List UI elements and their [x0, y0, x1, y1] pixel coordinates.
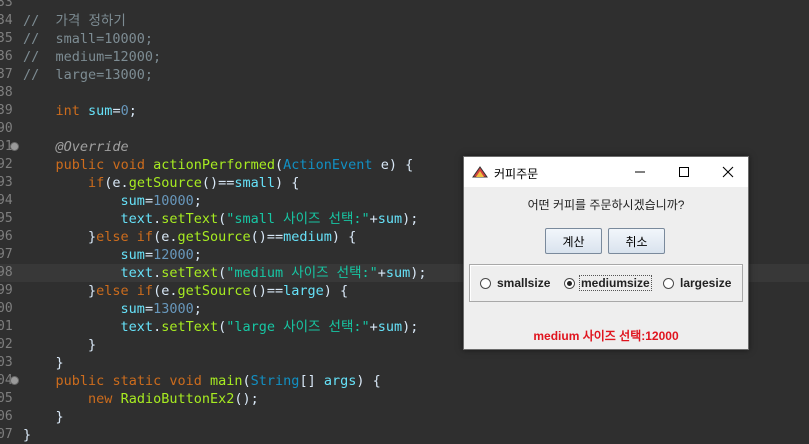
code-text: text.setText("small 사이즈 선택:"+sum); — [120, 211, 419, 227]
code-text: // 가격 정하기 — [23, 13, 126, 29]
code-text: } — [23, 337, 97, 353]
code-line[interactable]: 39 int sum=0; — [0, 102, 809, 120]
line-number: 34 — [0, 13, 13, 28]
code-line[interactable]: 91 @Override — [0, 138, 809, 156]
line-number: 96 — [0, 229, 13, 244]
radio-largesize[interactable]: largesize — [663, 274, 732, 292]
radio-button-icon[interactable] — [564, 277, 575, 289]
line-number: 03 — [0, 355, 13, 370]
radio-button-icon[interactable] — [480, 277, 491, 289]
size-radio-panel: smallsize mediumsize largesize — [469, 264, 743, 302]
code-line[interactable]: 35 // small=10000; — [0, 30, 809, 48]
code-line[interactable]: 33 — [0, 0, 809, 12]
line-number: 39 — [0, 103, 13, 118]
line-number: 94 — [0, 193, 13, 208]
radio-label-largesize: largesize — [680, 276, 732, 290]
close-button[interactable] — [706, 157, 750, 187]
cancel-button[interactable]: 취소 — [608, 228, 665, 254]
line-number: 93 — [0, 175, 13, 190]
maximize-button[interactable] — [662, 157, 706, 187]
line-number: 36 — [0, 49, 13, 64]
code-text: sum=12000; — [120, 247, 202, 263]
code-text: } — [23, 409, 64, 425]
code-text: if(e.getSource()==small) { — [88, 175, 300, 191]
minimize-button[interactable] — [618, 157, 662, 187]
line-number: 97 — [0, 247, 13, 262]
radio-button-icon[interactable] — [663, 277, 674, 289]
line-number: 92 — [0, 157, 13, 172]
question-label: 어떤 커피를 주문하시겠습니까? — [527, 198, 685, 212]
code-line[interactable]: 37 // large=13000; — [0, 66, 809, 84]
code-text: text.setText("large 사이즈 선택:"+sum); — [120, 319, 419, 335]
code-line[interactable]: 04 public static void main(String[] args… — [0, 372, 809, 390]
close-icon — [722, 166, 734, 178]
code-line[interactable]: 34 // 가격 정하기 — [0, 12, 809, 30]
code-text: }else if(e.getSource()==large) { — [23, 283, 349, 299]
minimize-icon — [635, 171, 645, 173]
java-app-icon — [472, 165, 488, 179]
code-text: sum=10000; — [120, 193, 202, 209]
line-number: 38 — [0, 85, 13, 100]
dialog-content: 어떤 커피를 주문하시겠습니까? 계산 취소 smallsize mediums… — [464, 187, 748, 349]
line-number: 01 — [0, 319, 13, 334]
code-text: } — [23, 355, 64, 371]
line-number: 98 — [0, 265, 13, 280]
line-number: 91 — [0, 139, 13, 154]
code-text: }else if(e.getSource()==medium) { — [23, 229, 357, 245]
selection-status-label: medium 사이즈 선택:12000 — [533, 329, 679, 343]
line-number: 06 — [0, 409, 13, 424]
code-line[interactable]: 90 — [0, 120, 809, 138]
code-text: int sum=0; — [55, 103, 137, 119]
line-number: 37 — [0, 67, 13, 82]
fold-toggle-icon[interactable] — [10, 376, 19, 385]
code-text: @Override — [55, 139, 129, 155]
radio-label-mediumsize: mediumsize — [579, 275, 652, 291]
line-number: 05 — [0, 391, 13, 406]
code-text: // large=13000; — [23, 67, 154, 83]
code-line[interactable]: 36 // medium=12000; — [0, 48, 809, 66]
line-number: 00 — [0, 301, 13, 316]
code-line[interactable]: 38 — [0, 84, 809, 102]
dialog-titlebar[interactable]: 커피주문 — [464, 157, 748, 187]
radio-mediumsize[interactable]: mediumsize — [564, 274, 652, 292]
code-line[interactable]: 03 } — [0, 354, 809, 372]
code-text: } — [23, 427, 32, 443]
code-text: text.setText("medium 사이즈 선택:"+sum); — [120, 265, 427, 281]
code-text: sum=13000; — [120, 301, 202, 317]
line-number: 35 — [0, 31, 13, 46]
line-number: 95 — [0, 211, 13, 226]
code-text: public static void main(String[] args) { — [55, 373, 381, 389]
code-text: public void actionPerformed(ActionEvent … — [55, 157, 414, 173]
line-number: 33 — [0, 0, 13, 10]
coffee-order-dialog: 커피주문 어떤 커피를 주문하시겠습니까? 계산 취소 smallsize me… — [463, 156, 749, 350]
fold-toggle-icon[interactable] — [10, 142, 19, 151]
dialog-title: 커피주문 — [494, 167, 539, 181]
radio-smallsize[interactable]: smallsize — [480, 274, 551, 292]
line-number: 02 — [0, 337, 13, 352]
code-line[interactable]: 06 } — [0, 408, 809, 426]
line-number: 99 — [0, 283, 13, 298]
calculate-button[interactable]: 계산 — [545, 228, 602, 254]
radio-label-smallsize: smallsize — [497, 276, 551, 290]
line-number: 04 — [0, 373, 13, 388]
line-number: 90 — [0, 121, 13, 136]
code-text: // small=10000; — [23, 31, 154, 47]
code-line[interactable]: 05 new RadioButtonEx2(); — [0, 390, 809, 408]
code-text: // medium=12000; — [23, 49, 162, 65]
code-text: new RadioButtonEx2(); — [88, 391, 259, 407]
code-line[interactable]: 07} — [0, 426, 809, 444]
line-number: 07 — [0, 427, 13, 442]
maximize-icon — [679, 167, 689, 177]
